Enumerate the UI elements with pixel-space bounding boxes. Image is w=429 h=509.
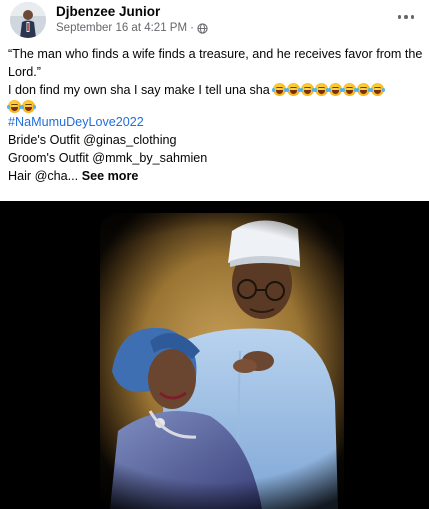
more-horizontal-icon [397,15,402,19]
tears-of-joy-emoji-icon [342,83,358,96]
caption-text: I don find my own sha I say make I tell … [8,83,270,97]
see-more-link[interactable]: See more [82,169,139,183]
tears-of-joy-emoji-icon [272,83,288,96]
post-meta: September 16 at 4:21 PM · [56,22,208,34]
tears-of-joy-emoji-icon [21,100,36,113]
tears-of-joy-emoji-icon [286,83,302,96]
caption-line: I don find my own sha I say make I tell … [8,81,424,99]
globe-icon[interactable] [197,22,208,34]
more-options-button[interactable] [395,8,417,26]
more-horizontal-icon [410,15,415,19]
post-photo[interactable] [0,201,429,509]
author-name[interactable]: Djbenzee Junior [56,4,160,19]
author-avatar[interactable] [10,2,46,38]
emoji-group [272,83,386,96]
meta-separator: · [190,22,194,34]
caption-quote: “The man who finds a wife finds a treasu… [8,47,423,79]
couple-photo [0,201,429,509]
tears-of-joy-emoji-icon [370,83,386,96]
tears-of-joy-emoji-icon [300,83,316,96]
tears-of-joy-emoji-icon [328,83,344,96]
tears-of-joy-emoji-icon [314,83,330,96]
groom-outfit-credit: Groom's Outfit @mmk_by_sahmien [8,151,208,165]
tears-of-joy-emoji-icon [7,100,22,113]
post-timestamp[interactable]: September 16 at 4:21 PM [56,22,187,34]
facebook-post: Djbenzee Junior September 16 at 4:21 PM … [0,0,429,509]
hashtag-link[interactable]: #NaMumuDeyLove2022 [8,115,144,129]
emoji-group [7,100,424,113]
hair-credit: Hair @cha... [8,169,79,183]
tears-of-joy-emoji-icon [356,83,372,96]
post-header: Djbenzee Junior September 16 at 4:21 PM … [0,0,429,44]
post-caption: “The man who finds a wife finds a treasu… [7,45,424,185]
avatar-image [10,2,46,38]
bride-outfit-credit: Bride's Outfit @ginas_clothing [8,133,177,147]
more-horizontal-icon [404,15,408,19]
